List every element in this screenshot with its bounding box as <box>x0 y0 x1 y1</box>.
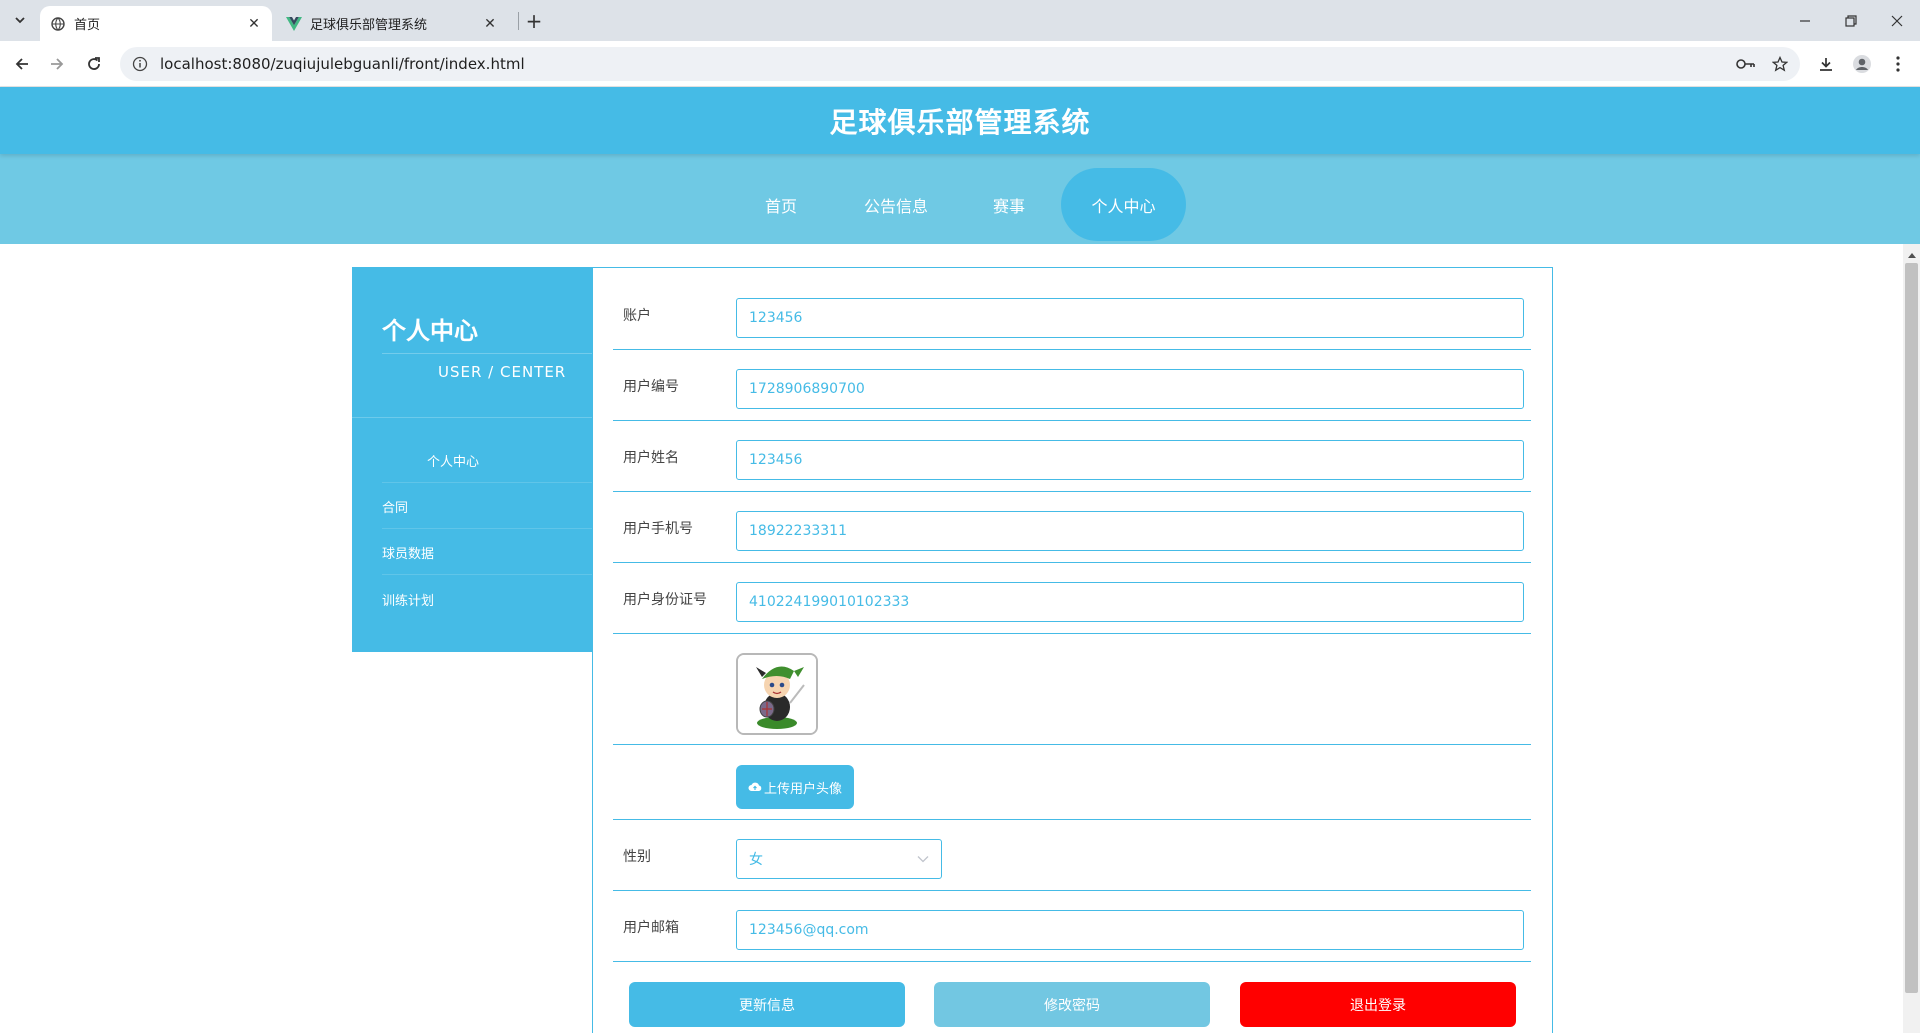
browser-tab-strip: 首页 ✕ 足球俱乐部管理系统 ✕ + <box>0 0 1920 41</box>
browser-menu-button[interactable] <box>1884 50 1912 78</box>
close-icon[interactable]: ✕ <box>480 14 500 34</box>
user-name-input[interactable]: 123456 <box>736 440 1524 480</box>
form-row-gender: 性别 女 <box>613 820 1531 891</box>
upload-avatar-label: 上传用户头像 <box>763 781 842 797</box>
password-key-icon[interactable] <box>1732 50 1760 78</box>
restore-icon <box>1845 14 1857 27</box>
avatar-image <box>738 655 816 733</box>
form-row-user-name: 用户姓名 123456 <box>613 421 1531 492</box>
forward-button[interactable] <box>43 50 71 78</box>
address-bar[interactable]: localhost:8080/zuqiujulebguanli/front/in… <box>120 47 1800 81</box>
field-label: 账户 <box>623 308 651 324</box>
form-row-email: 用户邮箱 123456@qq.com <box>613 891 1531 962</box>
window-close-button[interactable] <box>1874 0 1920 41</box>
field-label: 用户邮箱 <box>623 920 679 936</box>
phone-input[interactable]: 18922233311 <box>736 511 1524 551</box>
tab-search-button[interactable] <box>8 8 32 32</box>
sidebar-item-training-plan[interactable]: 训练计划 <box>382 577 592 621</box>
site-title: 足球俱乐部管理系统 <box>829 105 1091 139</box>
tab-title: 首页 <box>74 18 101 33</box>
nav-item-matches[interactable]: 赛事 <box>963 168 1055 241</box>
site-info-icon[interactable] <box>132 56 148 72</box>
account-input[interactable]: 123456 <box>736 298 1524 338</box>
main-nav: 首页 公告信息 赛事 个人中心 <box>0 154 1920 244</box>
gender-select[interactable]: 女 <box>736 839 942 879</box>
download-button[interactable] <box>1812 50 1840 78</box>
nav-item-user-center[interactable]: 个人中心 <box>1061 168 1186 241</box>
nav-item-home[interactable]: 首页 <box>735 168 827 241</box>
id-card-input[interactable]: 410224199010102333 <box>736 582 1524 622</box>
avatar <box>736 653 818 735</box>
tab-separator <box>518 12 519 30</box>
gender-selected-value: 女 <box>749 852 763 868</box>
form-row-phone: 用户手机号 18922233311 <box>613 492 1531 563</box>
form-row-user-no: 用户编号 1728906890700 <box>613 350 1531 421</box>
chevron-down-icon <box>917 856 929 863</box>
field-label: 用户手机号 <box>623 521 693 537</box>
bookmark-star-icon[interactable] <box>1766 50 1794 78</box>
site-header: 足球俱乐部管理系统 <box>0 87 1920 154</box>
form-row-avatar <box>613 634 1531 745</box>
form-row-account: 账户 123456 <box>613 268 1531 350</box>
arrow-left-icon <box>15 58 28 70</box>
sidebar-item-contract[interactable]: 合同 <box>382 485 592 529</box>
close-icon <box>1891 15 1903 26</box>
divider <box>382 353 592 354</box>
avatar-icon <box>1853 55 1871 73</box>
field-label: 用户编号 <box>623 379 679 395</box>
reload-icon <box>88 57 100 70</box>
url-text[interactable]: localhost:8080/zuqiujulebguanli/front/in… <box>160 55 1732 73</box>
restore-button[interactable] <box>1828 0 1874 41</box>
minimize-icon <box>1800 19 1810 22</box>
nav-item-announcements[interactable]: 公告信息 <box>845 168 947 241</box>
email-input[interactable]: 123456@qq.com <box>736 910 1524 950</box>
chevron-down-icon <box>15 17 25 24</box>
change-password-button[interactable]: 修改密码 <box>934 982 1210 1027</box>
scrollbar-thumb[interactable] <box>1905 263 1918 993</box>
scroll-up-arrow-icon[interactable] <box>1903 249 1920 261</box>
field-label: 用户身份证号 <box>623 592 707 608</box>
sidebar-item-user-center[interactable]: 个人中心 <box>382 439 592 483</box>
arrow-right-icon <box>51 58 64 70</box>
form-row-id-card: 用户身份证号 410224199010102333 <box>613 563 1531 634</box>
globe-icon <box>50 16 66 32</box>
more-vertical-icon <box>1896 56 1900 72</box>
upload-avatar-button[interactable]: 上传用户头像 <box>736 765 854 809</box>
reload-button[interactable] <box>80 50 108 78</box>
field-label: 用户姓名 <box>623 450 679 466</box>
close-icon[interactable]: ✕ <box>244 14 264 34</box>
divider <box>352 417 592 418</box>
browser-toolbar: localhost:8080/zuqiujulebguanli/front/in… <box>0 41 1920 87</box>
sidebar-title: 个人中心 <box>382 317 478 345</box>
profile-button[interactable] <box>1848 50 1876 78</box>
form-row-upload: 上传用户头像 <box>613 745 1531 820</box>
tab-home[interactable]: 首页 ✕ <box>40 6 272 41</box>
sidebar-subtitle: USER / CENTER <box>438 363 567 381</box>
profile-form: 账户 123456 用户编号 1728906890700 用户姓名 123456… <box>592 267 1553 1033</box>
logout-button[interactable]: 退出登录 <box>1240 982 1516 1027</box>
new-tab-button[interactable]: + <box>522 9 546 33</box>
cloud-upload-icon <box>748 782 762 791</box>
field-label: 性别 <box>623 849 651 865</box>
back-button[interactable] <box>8 50 36 78</box>
sidebar: 个人中心 USER / CENTER 个人中心 合同 球员数据 训练计划 <box>352 267 592 652</box>
sidebar-item-player-data[interactable]: 球员数据 <box>382 531 592 575</box>
tab-system[interactable]: 足球俱乐部管理系统 ✕ <box>276 6 508 41</box>
vue-logo-icon <box>286 16 302 32</box>
minimize-button[interactable] <box>1782 0 1828 41</box>
user-no-input[interactable]: 1728906890700 <box>736 369 1524 409</box>
download-icon <box>1820 58 1832 71</box>
update-info-button[interactable]: 更新信息 <box>629 982 905 1027</box>
tab-title: 足球俱乐部管理系统 <box>310 18 428 33</box>
